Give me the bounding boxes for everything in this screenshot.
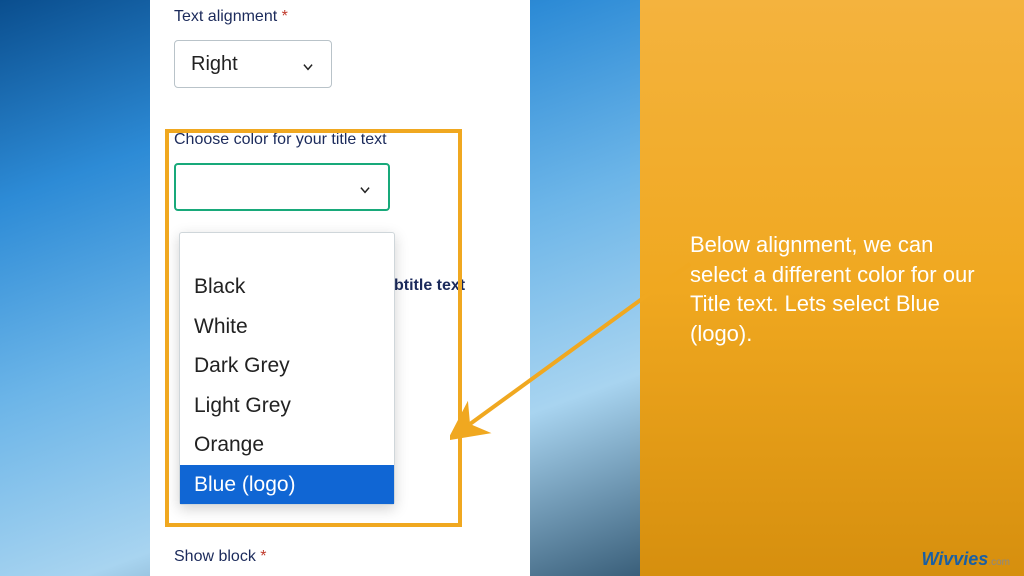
show-block-label: Show block * [174,548,267,566]
watermark-logo: Wivvies.com [921,549,1010,570]
text-alignment-select[interactable]: Right [174,40,332,88]
label-text: Text alignment [174,8,277,25]
chevron-down-icon [358,180,372,194]
text-alignment-label: Text alignment * [174,8,506,26]
color-option-blue-logo[interactable]: Blue (logo) [180,465,394,505]
required-marker: * [282,8,288,25]
color-option-dark-grey[interactable]: Dark Grey [180,346,394,386]
color-option-orange[interactable]: Orange [180,425,394,465]
callout-text: Below alignment, we can select a differe… [690,230,980,349]
color-option-white[interactable]: White [180,307,394,347]
color-option-light-grey[interactable]: Light Grey [180,386,394,426]
subtitle-label-fragment: btitle text [394,277,465,295]
color-dropdown-popup: Black White Dark Grey Light Grey Orange … [179,232,395,505]
required-marker: * [260,548,266,565]
select-value: Right [191,53,238,76]
chevron-down-icon [301,57,315,71]
color-option-black[interactable]: Black [180,267,394,307]
title-color-label: Choose color for your title text [174,131,506,149]
watermark-main: Wivvies [921,549,988,569]
stage: Text alignment * Right Choose color for … [0,0,1024,576]
watermark-suffix: .com [988,557,1010,568]
label-text: Show block [174,548,256,565]
title-color-select[interactable] [174,163,390,211]
